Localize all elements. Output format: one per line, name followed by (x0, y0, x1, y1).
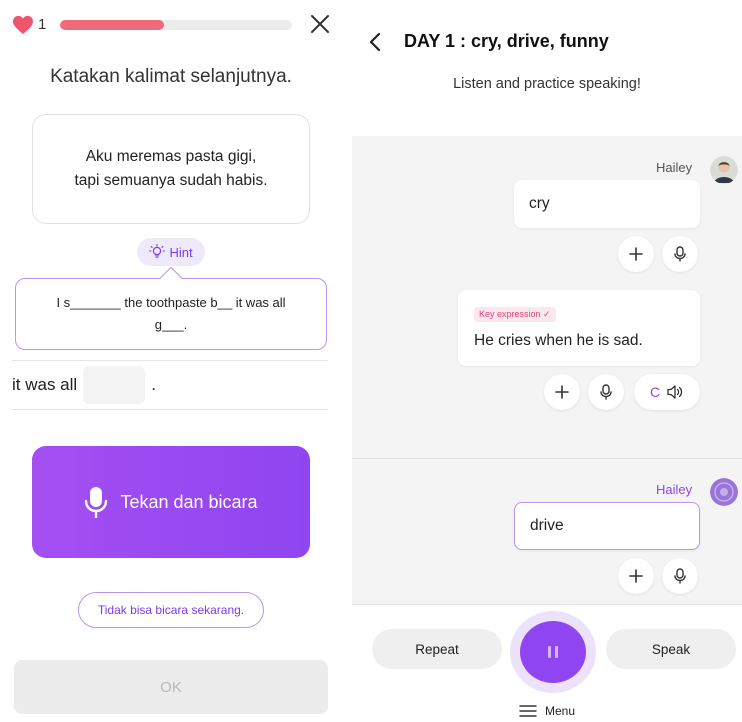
ok-button[interactable]: OK (14, 660, 328, 714)
practice-chat-panel: DAY 1 : cry, drive, funny Listen and pra… (352, 18, 742, 722)
hint-button[interactable]: Hint (137, 238, 205, 266)
hint-line-1: I s_______ the toothpaste b__ it was all (56, 295, 286, 310)
source-sentence-line-2: tapi semuanya sudah habis. (74, 172, 268, 189)
message-bubble[interactable]: drive (514, 502, 700, 550)
back-arrow-icon[interactable] (368, 32, 382, 52)
message-divider (352, 458, 742, 459)
lesson-subtitle: Listen and practice speaking! (453, 76, 641, 92)
lesson-progress-bar (60, 20, 292, 30)
key-expression-bubble[interactable]: Key expression ✓ He cries when he is sad… (458, 290, 700, 366)
answer-fill-row: it was all . (12, 360, 328, 410)
message-bubble[interactable]: cry (514, 180, 700, 228)
close-icon[interactable] (308, 12, 332, 36)
add-button[interactable] (544, 374, 580, 410)
plus-icon (555, 385, 569, 399)
playback-button[interactable]: C (634, 374, 700, 410)
tutor-avatar (710, 156, 738, 184)
source-sentence-line-1: Aku meremas pasta gigi, (85, 148, 257, 165)
message-text: He cries when he is sad. (474, 332, 643, 349)
add-button[interactable] (618, 236, 654, 272)
microphone-icon (674, 568, 686, 584)
heart-icon (13, 15, 33, 35)
message-text: drive (530, 517, 564, 534)
message-text: cry (529, 195, 550, 212)
menu-button[interactable]: Menu (352, 700, 742, 722)
add-button[interactable] (618, 558, 654, 594)
microphone-icon (674, 246, 686, 262)
chat-area[interactable]: Hailey cry Key expression ✓ He cries whe… (352, 136, 742, 604)
lesson-title: DAY 1 : cry, drive, funny (404, 31, 609, 51)
press-to-speak-button[interactable]: Tekan dan bicara (32, 446, 310, 558)
fill-prefix: it was all (12, 375, 78, 394)
playback-label: C (649, 384, 661, 400)
menu-label: Menu (544, 704, 576, 718)
playback-controls: Repeat Speak (352, 604, 742, 696)
speaker-icon (667, 385, 683, 399)
press-to-speak-label: Tekan dan bicara (120, 491, 258, 512)
lesson-progress-fill (60, 20, 165, 30)
lightbulb-icon (149, 244, 166, 258)
microphone-icon (85, 487, 108, 518)
source-sentence-card: Aku meremas pasta gigi, tapi semuanya su… (32, 114, 310, 224)
blank-answer-box[interactable] (83, 366, 146, 404)
pause-button-halo (510, 611, 596, 693)
hint-line-2: g___. (154, 317, 188, 332)
pause-icon (548, 646, 551, 658)
plus-icon (629, 247, 643, 261)
fill-suffix: . (151, 375, 156, 394)
tutor-avatar (710, 478, 738, 506)
microphone-icon (600, 384, 612, 400)
plus-icon (629, 569, 643, 583)
instruction-text: Katakan kalimat selanjutnya. (50, 66, 292, 87)
message-sender: Hailey (656, 160, 693, 175)
record-button[interactable] (662, 558, 698, 594)
message-sender: Hailey (656, 482, 693, 497)
pause-icon (555, 646, 558, 658)
top-bar: 1 (12, 12, 334, 38)
pause-button[interactable] (520, 621, 586, 683)
chat-header: DAY 1 : cry, drive, funny (352, 18, 742, 66)
hint-label: Hint (169, 244, 193, 260)
key-expression-badge: Key expression ✓ (474, 307, 556, 322)
record-button[interactable] (588, 374, 624, 410)
speaking-exercise-panel: 1 Katakan kalimat selanjutnya. Aku merem… (0, 0, 342, 722)
lives-count: 1 (38, 16, 47, 33)
cant-speak-now-button[interactable]: Tidak bisa bicara sekarang. (78, 592, 264, 628)
record-button[interactable] (662, 236, 698, 272)
speak-button[interactable]: Speak (606, 629, 736, 669)
repeat-button[interactable]: Repeat (372, 629, 502, 669)
hamburger-menu-icon (519, 705, 537, 717)
